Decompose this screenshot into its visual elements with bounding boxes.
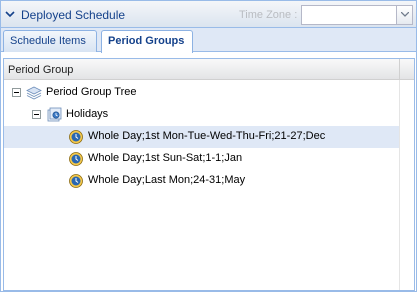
timezone-label: Time Zone :: [239, 9, 298, 21]
tree-node-holidays[interactable]: Holidays: [4, 104, 399, 126]
chevron-down-icon[interactable]: [5, 9, 15, 19]
tab-bar: Schedule Items Period Groups: [1, 28, 416, 53]
layers-icon: [26, 86, 42, 100]
collapse-holidays-toggle[interactable]: [32, 110, 41, 119]
collapse-root-toggle[interactable]: [12, 88, 21, 97]
tree-leaf-item[interactable]: Whole Day;1st Mon-Tue-Wed-Thu-Fri;21-27;…: [4, 126, 399, 148]
panel-header: Deployed Schedule Time Zone :: [1, 1, 416, 28]
column-divider: [399, 59, 400, 80]
tab-schedule-items[interactable]: Schedule Items: [3, 30, 97, 52]
clock-icon: [69, 152, 83, 166]
column-header[interactable]: Period Group: [4, 59, 414, 80]
clock-icon: [69, 174, 83, 188]
clock-icon: [69, 130, 83, 144]
tree-node-root[interactable]: Period Group Tree: [4, 82, 399, 104]
panel-title: Deployed Schedule: [21, 8, 126, 22]
chevron-down-icon: [401, 12, 409, 17]
timezone-dropdown-button[interactable]: [396, 6, 412, 24]
period-group-panel: Period Group Period Group Tree Holidays: [3, 58, 415, 291]
calendar-group-icon: [47, 107, 62, 122]
tree-node-root-label: Period Group Tree: [46, 86, 137, 98]
tree-leaf-label: Whole Day;1st Mon-Tue-Wed-Thu-Fri;21-27;…: [88, 130, 326, 142]
column-header-label: Period Group: [8, 64, 74, 76]
tree-leaf-label: Whole Day;1st Sun-Sat;1-1;Jan: [88, 152, 243, 164]
grid-divider: [399, 80, 400, 290]
tree-node-holidays-label: Holidays: [66, 108, 109, 120]
tree-leaf-item[interactable]: Whole Day;Last Mon;24-31;May: [4, 170, 399, 192]
tab-period-groups[interactable]: Period Groups: [101, 30, 193, 53]
tree-leaf-label: Whole Day;Last Mon;24-31;May: [88, 174, 246, 186]
tree-leaf-item[interactable]: Whole Day;1st Sun-Sat;1-1;Jan: [4, 148, 399, 170]
deployed-schedule-window: Deployed Schedule Time Zone : Schedule I…: [0, 0, 417, 292]
timezone-select[interactable]: [301, 5, 413, 25]
